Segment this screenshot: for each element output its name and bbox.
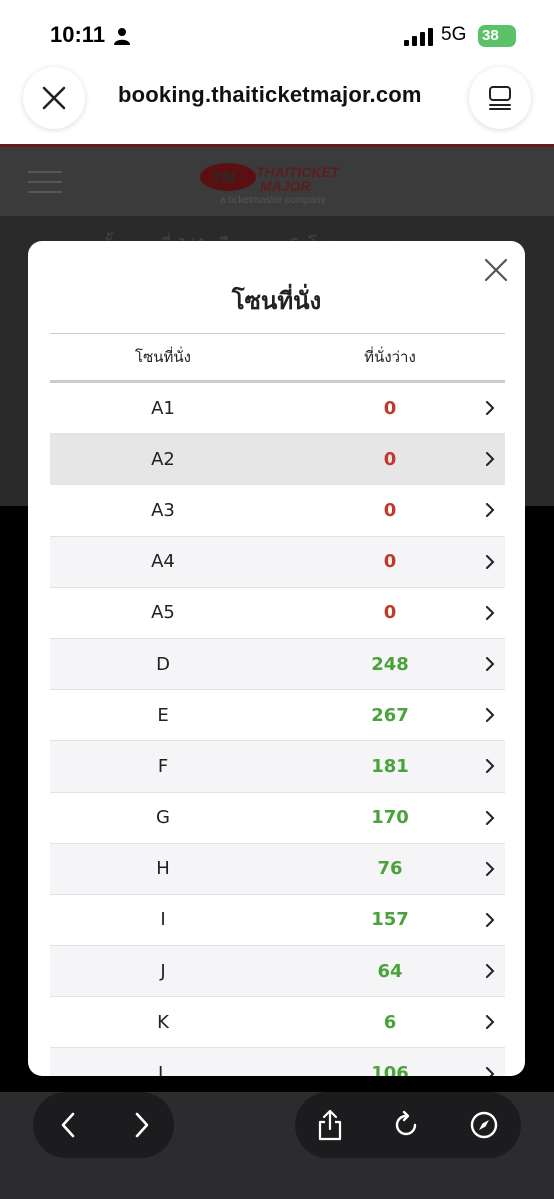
zone-row-l[interactable]: L 106 <box>50 1048 505 1076</box>
zone-name: A1 <box>151 397 175 419</box>
battery-icon: 38 <box>478 25 516 47</box>
zone-row-a1[interactable]: A1 0 <box>50 383 505 435</box>
chevron-right-icon <box>135 1112 149 1138</box>
available-seats: 0 <box>383 551 397 573</box>
navigation-group <box>33 1092 174 1158</box>
status-bar: 10:11 5G 38 <box>0 0 554 70</box>
person-icon <box>114 28 130 45</box>
available-seats: 106 <box>371 1063 409 1076</box>
browser-toolbar <box>0 1092 554 1199</box>
available-seats: 157 <box>371 909 409 931</box>
battery-level: 38 <box>482 27 499 44</box>
svg-text:TM: TM <box>212 170 236 187</box>
zone-name: I <box>160 909 166 931</box>
chevron-right-icon <box>486 657 495 672</box>
chevron-right-icon <box>486 605 495 620</box>
table-header: โซนที่นั่ง ที่นั่งว่าง <box>50 333 505 383</box>
network-label: 5G <box>441 24 467 45</box>
table-body: A1 0 A2 0 A3 0 A4 0 A5 0 D 248 E 267 F 181 G 170 H 76 I 157 J 6… <box>50 383 505 1076</box>
column-header-available: ที่นั่งว่าง <box>364 348 416 366</box>
reload-button[interactable] <box>387 1106 425 1144</box>
svg-text:MAJOR: MAJOR <box>260 178 311 194</box>
zone-name: F <box>157 755 169 777</box>
url-bar: booking.thaiticketmajor.com <box>0 67 554 144</box>
chevron-right-icon <box>486 759 495 774</box>
column-header-zone: โซนที่นั่ง <box>135 348 191 366</box>
zone-name: J <box>160 960 166 982</box>
chevron-right-icon <box>486 912 495 927</box>
zone-name: H <box>156 858 170 880</box>
close-tab-button[interactable] <box>23 67 85 129</box>
zone-row-a2[interactable]: A2 0 <box>50 434 505 486</box>
forward-button[interactable] <box>123 1106 161 1144</box>
zone-row-d[interactable]: D 248 <box>50 638 505 691</box>
zone-name: A4 <box>151 551 175 573</box>
available-seats: 76 <box>377 858 403 880</box>
chevron-right-icon <box>486 861 495 876</box>
zone-name: A3 <box>151 499 175 521</box>
available-seats: 267 <box>371 704 409 726</box>
logo-mark: TM THAITICKET MAJOR <box>200 163 341 194</box>
reload-icon <box>395 1110 417 1136</box>
seat-zone-modal: โซนที่นั่ง โซนที่นั่ง ที่นั่งว่าง A1 0 A2 0… <box>28 241 525 1076</box>
share-icon <box>318 1109 342 1141</box>
chevron-right-icon <box>486 1066 495 1076</box>
zone-name: A5 <box>151 602 175 624</box>
chevron-right-icon <box>486 503 495 518</box>
reader-icon <box>489 86 511 110</box>
chevron-right-icon <box>486 1015 495 1030</box>
zone-row-i[interactable]: I 157 <box>50 895 505 947</box>
available-seats: 64 <box>377 960 403 982</box>
chevron-right-icon <box>486 810 495 825</box>
zone-row-j[interactable]: J 64 <box>50 946 505 998</box>
actions-group <box>295 1092 521 1158</box>
site-header: TM THAITICKET MAJOR a ticketmaster compa… <box>0 144 554 216</box>
zone-row-g[interactable]: G 170 <box>50 793 505 844</box>
zone-table: โซนที่นั่ง ที่นั่งว่าง A1 0 A2 0 A3 0 A4 0 A5 0 D 2… <box>50 333 505 1076</box>
chevron-right-icon <box>486 708 495 723</box>
available-seats: 0 <box>383 397 397 419</box>
signal-icon <box>404 28 433 46</box>
available-seats: 6 <box>383 1011 397 1033</box>
available-seats: 181 <box>371 755 409 777</box>
back-button[interactable] <box>49 1106 87 1144</box>
zone-row-h[interactable]: H 76 <box>50 843 505 895</box>
status-time: 10:11 <box>50 22 106 47</box>
zone-row-a4[interactable]: A4 0 <box>50 536 505 588</box>
close-icon <box>42 86 66 110</box>
zone-name: L <box>157 1063 169 1076</box>
menu-icon[interactable] <box>28 171 62 193</box>
chevron-right-icon <box>486 401 495 416</box>
modal-title: โซนที่นั่ง <box>231 287 322 315</box>
zone-row-a5[interactable]: A5 0 <box>50 588 505 639</box>
available-seats: 170 <box>371 807 409 829</box>
available-seats: 0 <box>383 448 397 470</box>
available-seats: 248 <box>371 653 409 675</box>
zone-row-f[interactable]: F 181 <box>50 741 505 793</box>
logo-subtitle: a ticketmaster company <box>220 195 326 206</box>
zone-row-e[interactable]: E 267 <box>50 690 505 742</box>
share-button[interactable] <box>311 1106 349 1144</box>
compass-button[interactable] <box>465 1106 503 1144</box>
zone-row-a3[interactable]: A3 0 <box>50 485 505 537</box>
zone-name: A2 <box>151 448 175 470</box>
url-text[interactable]: booking.thaiticketmajor.com <box>118 82 422 108</box>
available-seats: 0 <box>383 499 397 521</box>
compass-icon <box>470 1111 498 1139</box>
zone-name: K <box>157 1011 169 1033</box>
zone-row-k[interactable]: K6 <box>50 997 505 1049</box>
chevron-right-icon <box>486 452 495 467</box>
reader-button[interactable] <box>469 67 531 129</box>
chevron-right-icon <box>486 964 495 979</box>
site-logo[interactable]: TM THAITICKET MAJOR a ticketmaster compa… <box>198 157 358 209</box>
available-seats: 0 <box>383 602 397 624</box>
zone-name: E <box>157 704 169 726</box>
close-icon[interactable] <box>483 257 509 283</box>
chevron-right-icon <box>486 554 495 569</box>
zone-name: D <box>156 653 170 675</box>
zone-name: G <box>156 807 170 829</box>
chevron-left-icon <box>61 1112 75 1138</box>
